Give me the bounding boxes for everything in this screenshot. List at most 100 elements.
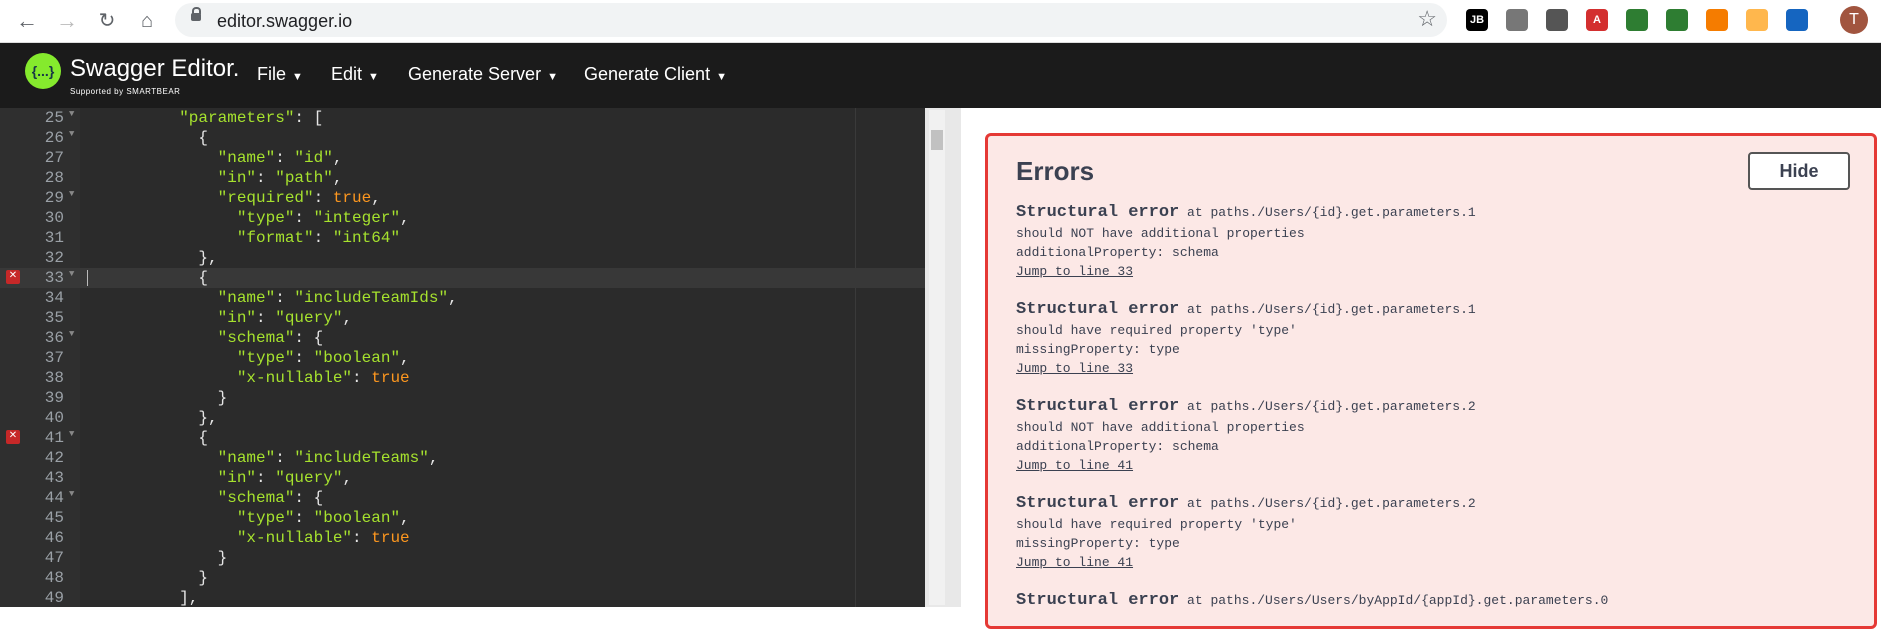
jump-to-line-link[interactable]: Jump to line 33 xyxy=(1016,361,1846,376)
code-line[interactable]: 29 ▼ "required": true, xyxy=(0,188,925,208)
fold-arrow-icon[interactable]: ▼ xyxy=(69,189,74,199)
line-number: 35 xyxy=(44,309,64,327)
fold-arrow-icon[interactable]: ▼ xyxy=(69,269,74,279)
code-text: } xyxy=(160,389,228,407)
line-number: 27 xyxy=(44,149,64,167)
editor-scrollbar[interactable] xyxy=(929,110,945,605)
error-type: Structural error xyxy=(1016,203,1180,222)
error-marker-icon[interactable]: ✕ xyxy=(6,270,20,284)
code-text: { xyxy=(160,429,209,447)
code-text: "required": true, xyxy=(217,189,381,207)
code-line[interactable]: ✕ 41 ▼ { xyxy=(0,428,925,448)
code-text: "schema": { xyxy=(217,329,324,347)
line-number: 36 xyxy=(44,329,64,347)
line-number: 37 xyxy=(44,349,64,367)
extension-6-icon[interactable] xyxy=(1666,9,1688,31)
bookmark-star-icon[interactable]: ☆ xyxy=(1417,6,1437,32)
error-item: Structural error at paths./Users/{id}.ge… xyxy=(1016,203,1846,279)
swagger-topbar: {...} Swagger Editor. Supported by SMART… xyxy=(0,43,1881,108)
code-line[interactable]: 40 }, xyxy=(0,408,925,428)
line-number: 45 xyxy=(44,509,64,527)
fold-arrow-icon[interactable]: ▼ xyxy=(69,109,74,119)
menu-generate-server[interactable]: Generate Server ▼ xyxy=(408,64,558,85)
line-number: 46 xyxy=(44,529,64,547)
menu-generate-client[interactable]: Generate Client ▼ xyxy=(584,64,727,85)
code-line[interactable]: 31 "format": "int64" xyxy=(0,228,925,248)
extension-2-icon[interactable] xyxy=(1506,9,1528,31)
caret-down-icon: ▼ xyxy=(292,71,303,83)
jump-to-line-link[interactable]: Jump to line 33 xyxy=(1016,264,1846,279)
code-line[interactable]: ✕ 33 ▼ { xyxy=(0,268,925,288)
lock-icon xyxy=(191,7,201,21)
code-editor[interactable]: 25 ▼ "parameters": [26 ▼ {27 "name": "id",… xyxy=(0,108,925,607)
pane-divider[interactable] xyxy=(925,108,961,607)
swagger-logo-icon: {...} xyxy=(25,53,61,89)
code-line[interactable]: 34 "name": "includeTeamIds", xyxy=(0,288,925,308)
scrollbar-thumb[interactable] xyxy=(931,130,943,150)
code-line[interactable]: 42 "name": "includeTeams", xyxy=(0,448,925,468)
code-line[interactable]: 28 "in": "path", xyxy=(0,168,925,188)
line-number: 49 xyxy=(44,589,64,607)
code-line[interactable]: 46 "x-nullable": true xyxy=(0,528,925,548)
line-number: 25 xyxy=(44,109,64,127)
fold-arrow-icon[interactable]: ▼ xyxy=(69,329,74,339)
code-line[interactable]: 39 } xyxy=(0,388,925,408)
profile-avatar[interactable]: T xyxy=(1840,6,1868,34)
code-text: "type": "boolean", xyxy=(236,349,410,367)
code-line[interactable]: 25 ▼ "parameters": [ xyxy=(0,108,925,128)
fold-arrow-icon[interactable]: ▼ xyxy=(69,429,74,439)
jump-to-line-link[interactable]: Jump to line 41 xyxy=(1016,555,1846,570)
error-type: Structural error xyxy=(1016,300,1180,319)
hide-button[interactable]: Hide xyxy=(1748,152,1850,190)
reload-icon[interactable]: ↻ xyxy=(94,8,120,34)
code-line[interactable]: 47 } xyxy=(0,548,925,568)
code-text: "name": "id", xyxy=(217,149,343,167)
code-line[interactable]: 27 "name": "id", xyxy=(0,148,925,168)
back-arrow-icon[interactable]: ← xyxy=(14,8,40,34)
code-line[interactable]: 37 "type": "boolean", xyxy=(0,348,925,368)
menu-file[interactable]: File ▼ xyxy=(257,64,303,85)
line-number: 33 xyxy=(44,269,64,287)
line-number: 47 xyxy=(44,549,64,567)
forward-arrow-icon[interactable]: → xyxy=(54,8,80,34)
code-line[interactable]: 35 "in": "query", xyxy=(0,308,925,328)
jump-to-line-link[interactable]: Jump to line 41 xyxy=(1016,458,1846,473)
extension-7-icon[interactable] xyxy=(1706,9,1728,31)
code-line[interactable]: 44 ▼ "schema": { xyxy=(0,488,925,508)
error-type: Structural error xyxy=(1016,397,1180,416)
url-text[interactable]: editor.swagger.io xyxy=(217,11,352,32)
error-marker-icon[interactable]: ✕ xyxy=(6,430,20,444)
menu-edit[interactable]: Edit ▼ xyxy=(331,64,379,85)
code-line[interactable]: 45 "type": "boolean", xyxy=(0,508,925,528)
line-number: 28 xyxy=(44,169,64,187)
line-number: 32 xyxy=(44,249,64,267)
extension-8-icon[interactable] xyxy=(1746,9,1768,31)
line-number: 41 xyxy=(44,429,64,447)
line-number: 38 xyxy=(44,369,64,387)
errors-panel: Errors Hide Structural error at paths./U… xyxy=(985,133,1877,629)
code-line[interactable]: 43 "in": "query", xyxy=(0,468,925,488)
code-line[interactable]: 30 "type": "integer", xyxy=(0,208,925,228)
code-line[interactable]: 48 } xyxy=(0,568,925,588)
angular-extension-icon[interactable]: A xyxy=(1586,9,1608,31)
error-item: Structural error at paths./Users/{id}.ge… xyxy=(1016,494,1846,570)
line-number: 42 xyxy=(44,449,64,467)
code-text: }, xyxy=(160,409,218,427)
fold-arrow-icon[interactable]: ▼ xyxy=(69,129,74,139)
extension-9-icon[interactable] xyxy=(1786,9,1808,31)
code-line[interactable]: 49 ], xyxy=(0,588,925,607)
code-text: { xyxy=(160,129,209,147)
code-line[interactable]: 32 }, xyxy=(0,248,925,268)
extension-5-icon[interactable] xyxy=(1626,9,1648,31)
code-line[interactable]: 38 "x-nullable": true xyxy=(0,368,925,388)
code-line[interactable]: 26 ▼ { xyxy=(0,128,925,148)
jetbrains-extension-icon[interactable]: JB xyxy=(1466,9,1488,31)
extension-3-icon[interactable] xyxy=(1546,9,1568,31)
fold-arrow-icon[interactable]: ▼ xyxy=(69,489,74,499)
brand-subtitle: Supported by SMARTBEAR xyxy=(70,87,181,96)
address-bar[interactable]: editor.swagger.io ☆ xyxy=(175,3,1447,37)
error-message: should have required property 'type' xyxy=(1016,517,1297,532)
code-text: "schema": { xyxy=(217,489,324,507)
home-icon[interactable]: ⌂ xyxy=(134,8,160,34)
code-line[interactable]: 36 ▼ "schema": { xyxy=(0,328,925,348)
